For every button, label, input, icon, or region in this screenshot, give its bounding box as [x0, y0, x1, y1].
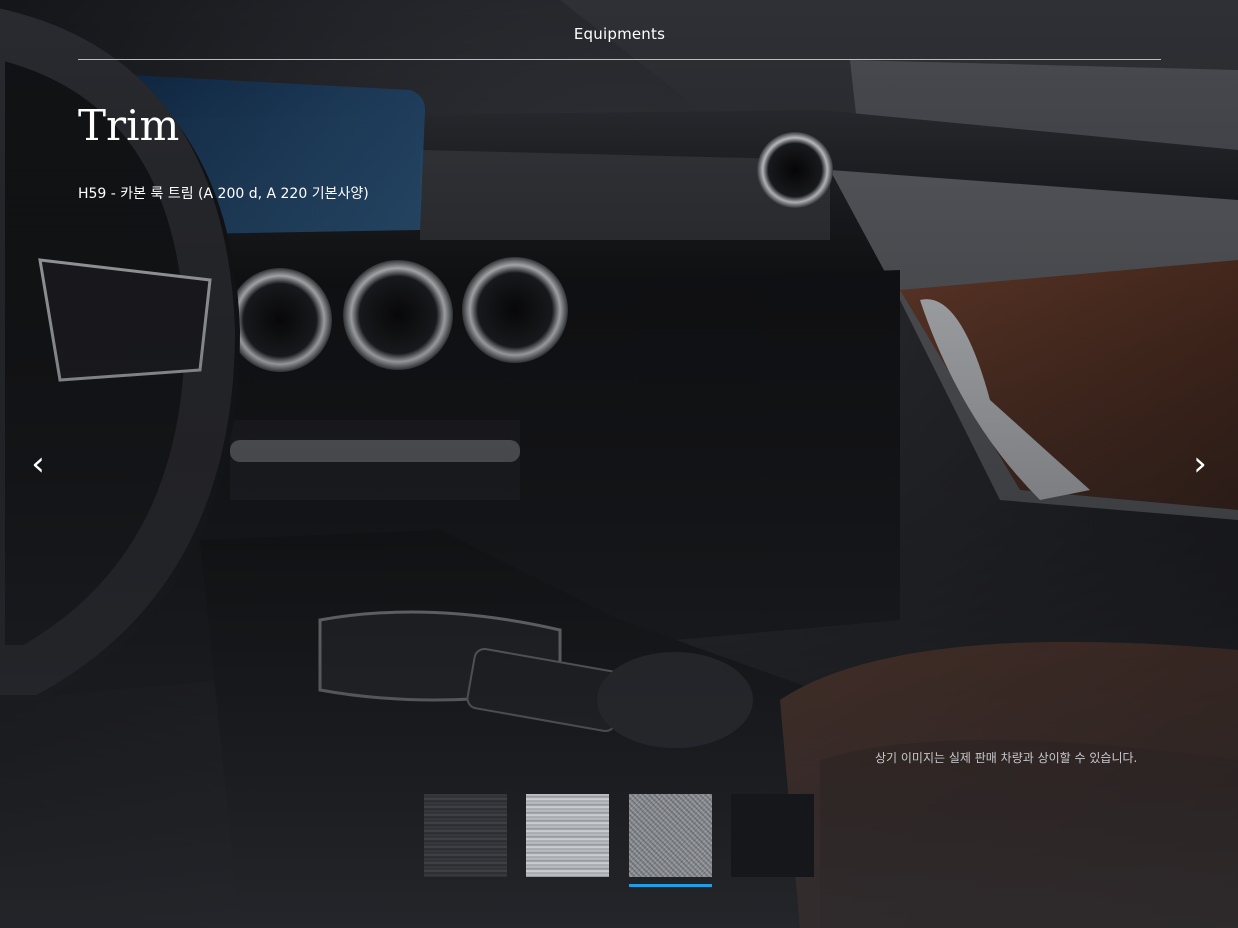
chevron-right-icon: ›: [1193, 444, 1207, 484]
carousel-next-button[interactable]: ›: [1182, 447, 1218, 483]
car-interior-illustration: [0, 0, 1238, 928]
selection-indicator: [629, 884, 712, 887]
trim-swatch[interactable]: [731, 794, 814, 877]
selected-trim-name: H59 - 카본 룩 트림 (A 200 d, A 220 기본사양): [78, 186, 369, 202]
image-disclaimer: 상기 이미지는 실제 판매 차량과 상이할 수 있습니다.: [875, 751, 1138, 765]
header-title: Equipments: [573, 25, 666, 43]
chevron-left-icon: ‹: [31, 444, 45, 484]
interior-hero-image: [0, 0, 1238, 928]
carousel-prev-button[interactable]: ‹: [20, 447, 56, 483]
trim-swatch[interactable]: [526, 794, 609, 877]
selection-indicator: [424, 884, 507, 887]
page-header: Equipments: [78, 0, 1161, 60]
trim-swatch[interactable]: [629, 794, 712, 887]
trim-swatch[interactable]: [424, 794, 507, 877]
selection-indicator: [526, 884, 609, 887]
selection-indicator: [731, 884, 814, 887]
page-title: Trim: [78, 101, 180, 150]
